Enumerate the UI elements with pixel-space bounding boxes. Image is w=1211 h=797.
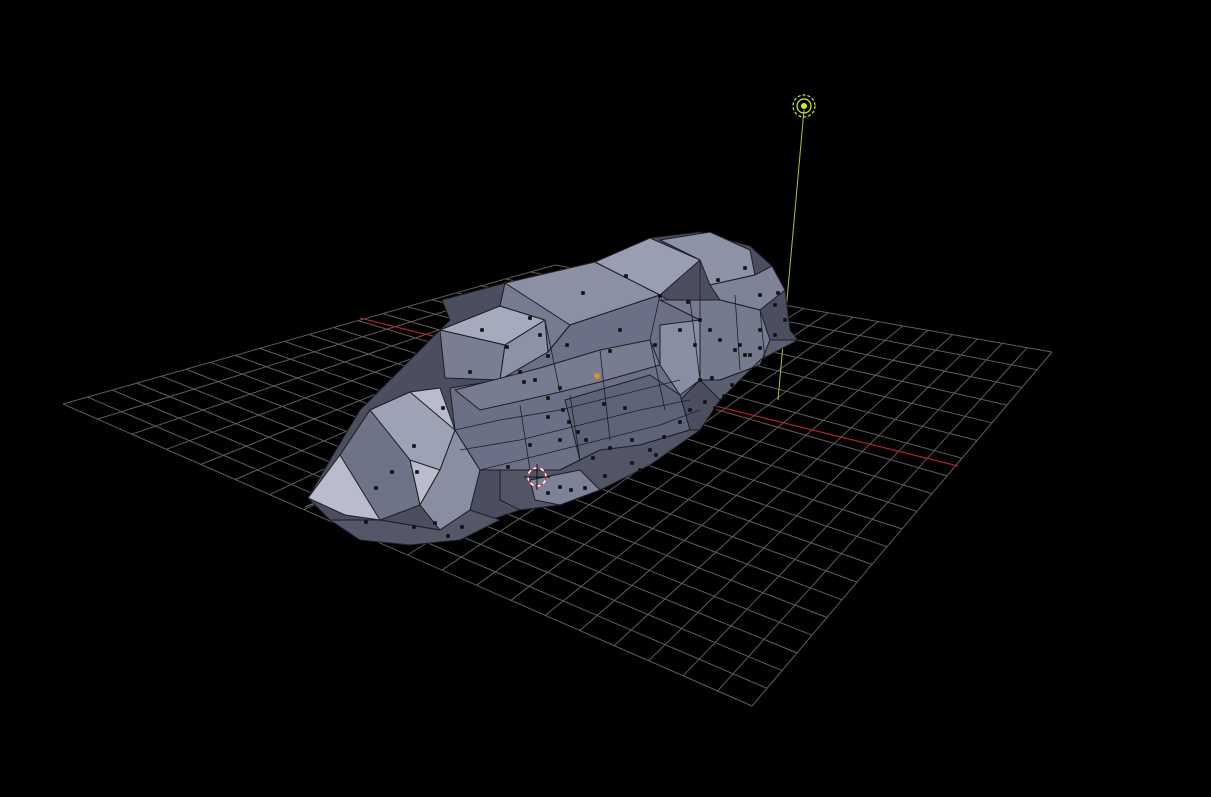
mesh-vertex[interactable] — [533, 378, 537, 382]
mesh-vertex[interactable] — [591, 456, 595, 460]
mesh-vertex[interactable] — [446, 534, 450, 538]
mesh-vertex[interactable] — [733, 348, 737, 352]
mesh-vertex[interactable] — [468, 370, 472, 374]
mesh-vertex[interactable] — [584, 438, 588, 442]
mesh-vertex[interactable] — [718, 338, 722, 342]
mesh-vertex[interactable] — [460, 525, 464, 529]
mesh-vertex[interactable] — [415, 470, 419, 474]
mesh-vertex[interactable] — [602, 402, 606, 406]
mesh-vertex[interactable] — [758, 328, 762, 332]
mesh-vertex[interactable] — [558, 386, 562, 390]
mesh-vertex[interactable] — [743, 266, 747, 270]
mesh-vertex[interactable] — [688, 408, 692, 412]
grid-line — [751, 351, 1053, 707]
mesh-vertex[interactable] — [722, 394, 726, 398]
mesh-vertex[interactable] — [480, 328, 484, 332]
mesh-vertex[interactable] — [558, 485, 562, 489]
spaceship-mesh[interactable] — [307, 231, 799, 546]
mesh-vertex[interactable] — [678, 328, 682, 332]
mesh-vertex[interactable] — [713, 406, 717, 410]
mesh-vertex[interactable] — [738, 343, 742, 347]
mesh-vertex[interactable] — [390, 470, 394, 474]
mesh-vertex[interactable] — [546, 396, 550, 400]
mesh-vertex[interactable] — [546, 491, 550, 495]
mesh-vertex[interactable] — [583, 486, 587, 490]
mesh-vertex[interactable] — [565, 343, 569, 347]
mesh-vertex[interactable] — [716, 278, 720, 282]
mesh-vertex[interactable] — [546, 415, 550, 419]
mesh-vertex[interactable] — [506, 465, 510, 469]
mesh-vertex[interactable] — [773, 303, 777, 307]
mesh-vertex[interactable] — [441, 406, 445, 410]
mesh-vertex[interactable] — [522, 380, 526, 384]
mesh-vertex[interactable] — [561, 408, 565, 412]
mesh-vertex[interactable] — [412, 444, 416, 448]
mesh-vertex[interactable] — [654, 453, 658, 457]
mesh-vertex[interactable] — [693, 343, 697, 347]
mesh-vertex[interactable] — [763, 363, 767, 367]
mesh-vertex[interactable] — [703, 400, 707, 404]
mesh-vertex[interactable] — [546, 354, 550, 358]
object-origin-dot — [594, 373, 600, 379]
mesh-vertex[interactable] — [576, 430, 580, 434]
mesh-vertex[interactable] — [505, 345, 509, 349]
viewport-canvas[interactable] — [0, 0, 1211, 797]
mesh-vertex[interactable] — [743, 353, 747, 357]
mesh-vertex[interactable] — [364, 520, 368, 524]
lamp-center-dot — [801, 103, 807, 109]
mesh-vertex[interactable] — [618, 328, 622, 332]
mesh-vertex[interactable] — [773, 333, 777, 337]
mesh-vertex[interactable] — [698, 318, 702, 322]
mesh-vertex[interactable] — [558, 438, 562, 442]
mesh-vertex[interactable] — [569, 488, 573, 492]
mesh-vertex[interactable] — [730, 383, 734, 387]
mesh-vertex[interactable] — [518, 370, 522, 374]
grid-line — [717, 347, 1028, 692]
mesh-vertex[interactable] — [758, 346, 762, 350]
mesh-vertex[interactable] — [374, 486, 378, 490]
mesh-vertex[interactable] — [623, 406, 627, 410]
mesh-vertex[interactable] — [528, 316, 532, 320]
mesh-vertex[interactable] — [581, 291, 585, 295]
mesh-vertex[interactable] — [638, 468, 642, 472]
mesh-vertex[interactable] — [710, 376, 714, 380]
mesh-vertex[interactable] — [678, 420, 682, 424]
mesh-vertex[interactable] — [648, 448, 652, 452]
mesh-vertex[interactable] — [758, 293, 762, 297]
3d-viewport[interactable] — [0, 0, 1211, 797]
mesh-vertex[interactable] — [630, 438, 634, 442]
mesh-vertex[interactable] — [662, 435, 666, 439]
mesh-vertex[interactable] — [686, 300, 690, 304]
mesh-vertex[interactable] — [608, 446, 612, 450]
mesh-vertex[interactable] — [658, 294, 662, 298]
mesh-vertex[interactable] — [603, 474, 607, 478]
mesh-vertex[interactable] — [653, 343, 657, 347]
mesh-vertex[interactable] — [608, 349, 612, 353]
mesh-vertex[interactable] — [630, 461, 634, 465]
mesh-vertex[interactable] — [624, 274, 628, 278]
mesh-vertex[interactable] — [538, 333, 542, 337]
mesh-vertex[interactable] — [708, 328, 712, 332]
mesh-vertex[interactable] — [528, 443, 532, 447]
mesh-vertex[interactable] — [433, 521, 437, 525]
mesh-vertex[interactable] — [698, 378, 702, 382]
mesh-vertex[interactable] — [776, 291, 780, 295]
mesh-vertex[interactable] — [750, 378, 754, 382]
mesh-vertex[interactable] — [783, 318, 787, 322]
mesh-vertex[interactable] — [412, 525, 416, 529]
grid-line — [682, 342, 1003, 677]
mesh-vertex[interactable] — [567, 420, 571, 424]
mesh-vertex[interactable] — [748, 353, 752, 357]
